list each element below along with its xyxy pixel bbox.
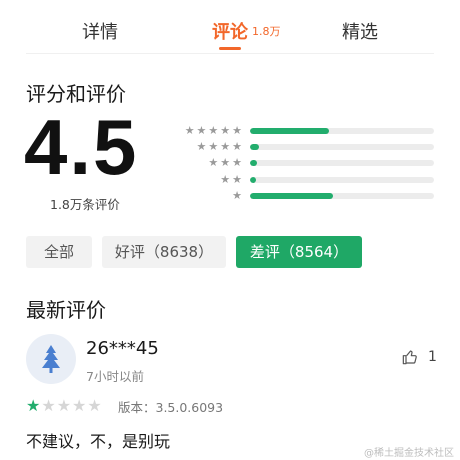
filter-positive-button[interactable]: 好评（8638） — [102, 236, 226, 268]
star-icons-5: ★★★★★ — [184, 124, 244, 137]
distribution-bar-5 — [250, 128, 330, 134]
rating-distribution: ★★★★★ ★★★★ ★★★ ★★ ★ — [168, 124, 438, 205]
filter-negative-button[interactable]: 差评（8564） — [236, 236, 362, 268]
tab-details-label: 详情 — [82, 22, 118, 43]
distribution-row-2: ★★ — [168, 173, 438, 189]
tree-icon — [42, 345, 60, 373]
distribution-row-3: ★★★ — [168, 156, 438, 172]
distribution-row-5: ★★★★★ — [168, 124, 438, 140]
tab-reviews[interactable]: 评论 1.8万 — [212, 18, 281, 44]
rating-count: 1.8万条评价 — [50, 197, 120, 212]
star-icons-2: ★★ — [220, 172, 244, 186]
star-icons-4: ★★★★ — [196, 140, 244, 154]
reviewer-name: 26***45 — [86, 338, 159, 359]
distribution-bar-track — [250, 176, 434, 183]
distribution-bar-1 — [250, 192, 333, 199]
active-tab-indicator — [219, 47, 241, 50]
star-icon: ★ — [56, 396, 72, 415]
tab-reviews-label: 评论 — [212, 22, 248, 43]
tab-bar: 详情 评论 1.8万 精选 — [0, 0, 460, 54]
distribution-bar-track — [250, 144, 434, 151]
distribution-bar-track — [250, 128, 434, 134]
watermark: @稀土掘金技术社区 — [364, 448, 454, 459]
tabs-divider — [26, 53, 434, 54]
like-count: 1 — [428, 349, 437, 365]
distribution-bar-3 — [250, 160, 258, 167]
star-icons-3: ★★★ — [208, 156, 244, 170]
filter-all-button[interactable]: 全部 — [26, 236, 92, 268]
review-text: 不建议，不，是别玩 — [26, 432, 171, 451]
star-icons-1: ★ — [232, 188, 244, 202]
review-rating: ★★★★★ — [26, 396, 103, 415]
distribution-row-1: ★ — [168, 189, 438, 205]
distribution-bar-4 — [250, 144, 260, 151]
average-score: 4.5 — [24, 103, 139, 191]
tab-featured[interactable]: 精选 — [342, 18, 378, 44]
star-icon: ★ — [41, 396, 56, 415]
tab-details[interactable]: 详情 — [82, 18, 118, 44]
star-icon: ★ — [26, 396, 41, 415]
tab-featured-label: 精选 — [342, 22, 378, 43]
latest-reviews-title: 最新评价 — [26, 298, 106, 322]
review-time: 7小时以前 — [86, 369, 144, 384]
avatar[interactable] — [26, 334, 76, 384]
tab-reviews-count: 1.8万 — [252, 25, 281, 38]
distribution-bar-track — [250, 160, 434, 167]
distribution-bar-track — [250, 192, 434, 199]
like-button[interactable]: 1 — [402, 349, 437, 365]
star-icon: ★ — [72, 396, 87, 415]
distribution-bar-2 — [250, 176, 256, 183]
thumbs-up-icon — [402, 350, 417, 365]
app-version: 版本：3.5.0.6093 — [118, 400, 224, 415]
distribution-row-4: ★★★★ — [168, 140, 438, 156]
star-icon: ★ — [87, 396, 102, 415]
